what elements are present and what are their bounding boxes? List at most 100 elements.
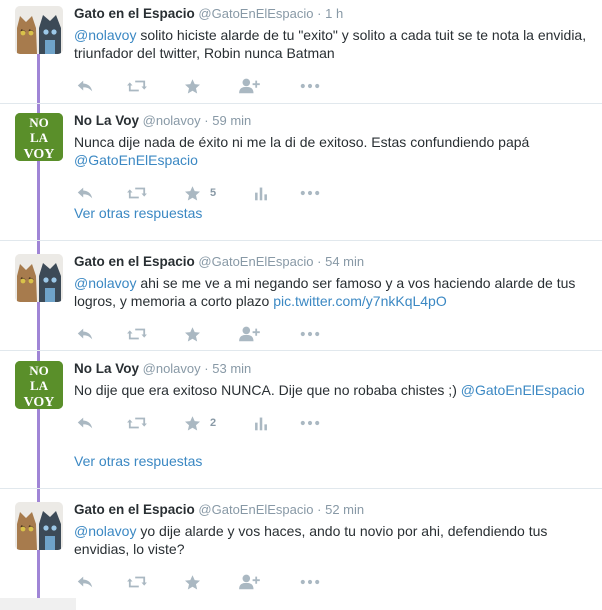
analytics-button[interactable]	[254, 413, 268, 433]
retweet-icon	[126, 573, 148, 591]
author-handle[interactable]: @GatoEnElEspacio	[198, 502, 313, 517]
follow-button[interactable]	[238, 572, 260, 592]
author-fullname[interactable]: No La Voy	[74, 361, 139, 376]
retweet-button[interactable]	[126, 572, 148, 592]
author-fullname[interactable]: No La Voy	[74, 113, 139, 128]
divider	[0, 240, 602, 241]
author-fullname[interactable]: Gato en el Espacio	[74, 254, 195, 269]
follow-user-icon	[238, 573, 260, 591]
mention-link[interactable]: @nolavoy	[74, 27, 136, 43]
separator-dot: ·	[317, 6, 322, 21]
favorite-button[interactable]: 5	[184, 183, 216, 203]
tweet-text-body: yo dije alarde y vos haces, ando tu novi…	[74, 523, 548, 557]
follow-user-icon	[238, 77, 260, 95]
tweet-text-body: solito hiciste alarde de tu "exito" y so…	[74, 27, 587, 61]
retweet-button[interactable]	[126, 413, 148, 433]
reply-icon	[76, 325, 94, 343]
tweet-actions	[74, 76, 594, 96]
favorite-count: 2	[210, 417, 217, 429]
more-options-button[interactable]	[300, 413, 320, 433]
media-link[interactable]: pic.twitter.com/y7nkKqL4pO	[273, 293, 447, 309]
cats-avatar-icon	[15, 254, 63, 302]
window-corner	[0, 598, 76, 610]
cats-avatar-icon	[15, 6, 63, 54]
logo-line: NO	[29, 115, 49, 130]
view-more-replies-link[interactable]: Ver otras respuestas	[74, 453, 202, 469]
logo-line: NO	[29, 363, 49, 378]
more-dots-icon	[300, 77, 320, 95]
avatar[interactable]	[15, 6, 63, 54]
author-fullname[interactable]: Gato en el Espacio	[74, 502, 195, 517]
logo-line: LA	[30, 130, 49, 145]
mention-link[interactable]: @GatoEnElEspacio	[461, 382, 585, 398]
tweet-timestamp[interactable]: 59 min	[212, 113, 251, 128]
tweet-actions	[74, 324, 594, 344]
analytics-button[interactable]	[254, 183, 268, 203]
author-handle[interactable]: @GatoEnElEspacio	[198, 6, 313, 21]
retweet-icon	[126, 414, 148, 432]
tweet-text: Nunca dije nada de éxito ni me la di de …	[74, 133, 594, 169]
nolavoy-logo-icon: NO LA VOY	[15, 361, 63, 409]
mention-link[interactable]: @GatoEnElEspacio	[74, 152, 198, 168]
mention-link[interactable]: @nolavoy	[74, 275, 136, 291]
star-icon	[184, 415, 201, 432]
tweet-timestamp[interactable]: 1 h	[325, 6, 343, 21]
more-options-button[interactable]	[300, 183, 320, 203]
retweet-button[interactable]	[126, 183, 148, 203]
author-fullname[interactable]: Gato en el Espacio	[74, 6, 195, 21]
favorite-count: 5	[210, 187, 217, 199]
mention-link[interactable]: @nolavoy	[74, 523, 136, 539]
author-handle[interactable]: @nolavoy	[143, 361, 201, 376]
more-options-button[interactable]	[300, 572, 320, 592]
more-options-button[interactable]	[300, 324, 320, 344]
tweet-timestamp[interactable]: 54 min	[325, 254, 364, 269]
reply-icon	[76, 414, 94, 432]
cats-avatar-icon	[15, 502, 63, 550]
avatar[interactable]	[15, 502, 63, 550]
favorite-button[interactable]	[184, 324, 210, 344]
tweet-timestamp[interactable]: 53 min	[212, 361, 251, 376]
author-handle[interactable]: @nolavoy	[143, 113, 201, 128]
more-dots-icon	[300, 184, 320, 202]
divider	[0, 350, 602, 351]
favorite-button[interactable]	[184, 572, 210, 592]
tweet-timestamp[interactable]: 52 min	[325, 502, 364, 517]
tweet-text: @nolavoy ahi se me ve a mi negando ser f…	[74, 274, 594, 310]
favorite-button[interactable]: 2	[184, 413, 216, 433]
reply-button[interactable]	[76, 324, 94, 344]
tweet-actions: 2	[74, 413, 594, 433]
follow-button[interactable]	[238, 324, 260, 344]
retweet-icon	[126, 77, 148, 95]
tweet-text: @nolavoy yo dije alarde y vos haces, and…	[74, 522, 594, 558]
star-icon	[184, 78, 201, 95]
nolavoy-logo-icon: NO LA VOY	[15, 113, 63, 161]
avatar[interactable]: NO LA VOY	[15, 361, 63, 409]
reply-icon	[76, 77, 94, 95]
reply-icon	[76, 184, 94, 202]
author-handle[interactable]: @GatoEnElEspacio	[198, 254, 313, 269]
tweet-text: No dije que era exitoso NUNCA. Dije que …	[74, 381, 594, 399]
tweet-text: @nolavoy solito hiciste alarde de tu "ex…	[74, 26, 594, 62]
avatar[interactable]	[15, 254, 63, 302]
retweet-icon	[126, 184, 148, 202]
reply-button[interactable]	[76, 76, 94, 96]
view-more-replies-link[interactable]: Ver otras respuestas	[74, 205, 202, 221]
retweet-button[interactable]	[126, 324, 148, 344]
separator-dot: ·	[317, 254, 322, 269]
star-icon	[184, 185, 201, 202]
reply-icon	[76, 573, 94, 591]
favorite-button[interactable]	[184, 76, 210, 96]
reply-button[interactable]	[76, 413, 94, 433]
tweet-text-body: No dije que era exitoso NUNCA. Dije que …	[74, 382, 461, 398]
more-options-button[interactable]	[300, 76, 320, 96]
follow-button[interactable]	[238, 76, 260, 96]
tweet-actions	[74, 572, 594, 592]
avatar[interactable]: NO LA VOY	[15, 113, 63, 161]
tweet-actions: 5	[74, 183, 594, 203]
logo-line: LA	[30, 378, 49, 393]
stats-icon	[254, 415, 268, 432]
reply-button[interactable]	[76, 183, 94, 203]
reply-button[interactable]	[76, 572, 94, 592]
retweet-button[interactable]	[126, 76, 148, 96]
separator-dot: ·	[204, 113, 209, 128]
